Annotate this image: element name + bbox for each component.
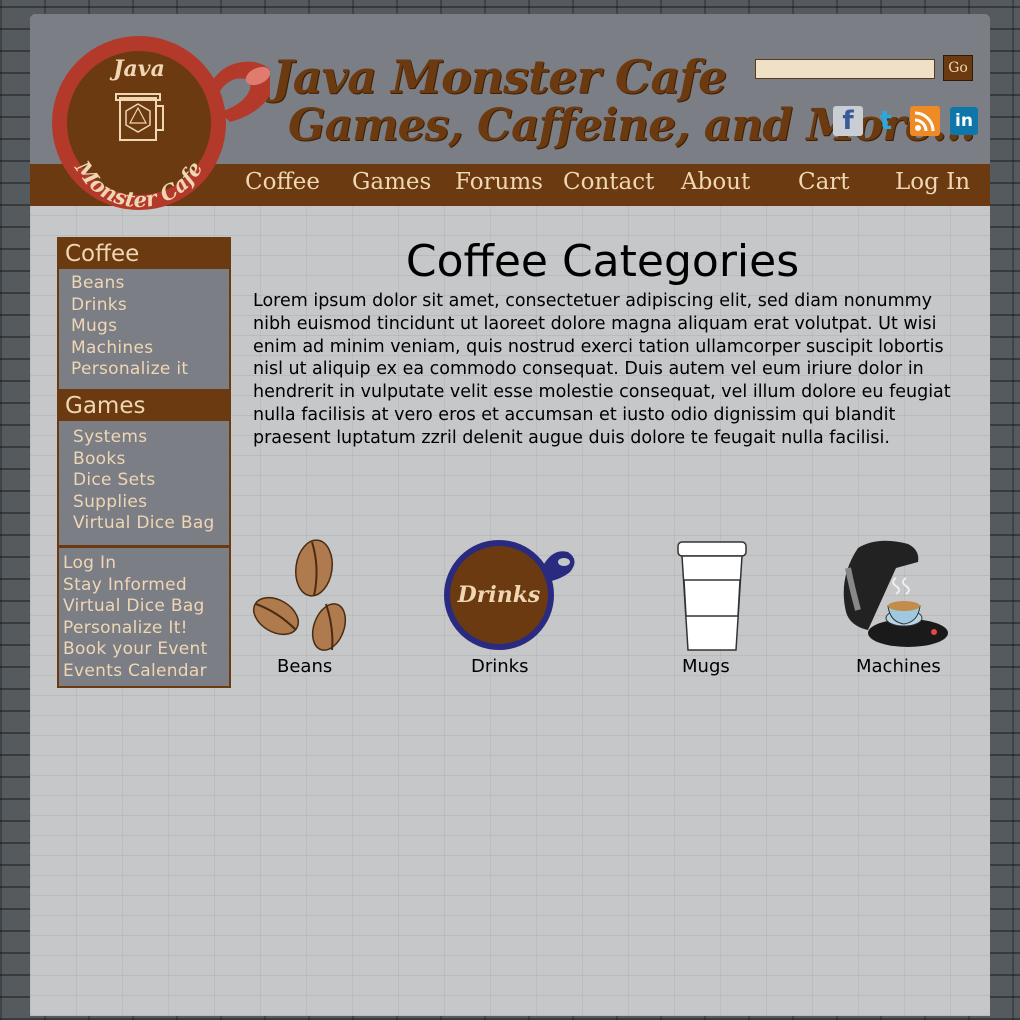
site-title: Java Monster Cafe bbox=[272, 50, 727, 104]
sidebar-coffee-title: Coffee bbox=[59, 239, 229, 269]
coffee-beans-icon bbox=[252, 539, 347, 651]
category-beans[interactable]: Beans bbox=[246, 538, 366, 678]
sidebar-item-stay-informed[interactable]: Stay Informed bbox=[63, 575, 229, 597]
sidebar-item-personalize-it[interactable]: Personalize It! bbox=[63, 618, 229, 640]
category-drinks[interactable]: Drinks Drinks bbox=[444, 538, 584, 678]
sidebar-item-machines[interactable]: Machines bbox=[71, 338, 229, 360]
sidebar-item-systems[interactable]: Systems bbox=[73, 427, 229, 449]
nav-forums[interactable]: Forums bbox=[455, 169, 543, 195]
sidebar-item-virtual-dice-bag[interactable]: Virtual Dice Bag bbox=[73, 513, 229, 535]
paper-cup-icon bbox=[677, 541, 747, 651]
sidebar-item-dice-bag[interactable]: Virtual Dice Bag bbox=[63, 596, 229, 618]
coffee-cup-icon: Drinks bbox=[444, 540, 575, 650]
nav-about[interactable]: About bbox=[681, 169, 750, 195]
nav-contact[interactable]: Contact bbox=[563, 169, 654, 195]
category-label: Drinks bbox=[471, 656, 529, 677]
sidebar-coffee: Coffee Beans Drinks Mugs Machines Person… bbox=[57, 237, 231, 391]
sidebar-item-login[interactable]: Log In bbox=[63, 553, 229, 575]
sidebar-item-supplies[interactable]: Supplies bbox=[73, 492, 229, 514]
category-label: Beans bbox=[277, 656, 333, 677]
drinks-icon-text: Drinks bbox=[457, 582, 541, 608]
sidebar-item-mugs[interactable]: Mugs bbox=[71, 316, 229, 338]
nav-games[interactable]: Games bbox=[352, 169, 431, 195]
sidebar-item-books[interactable]: Books bbox=[73, 449, 229, 471]
sidebar-games-title: Games bbox=[59, 391, 229, 421]
sidebar-item-events-calendar[interactable]: Events Calendar bbox=[63, 661, 229, 683]
category-label: Mugs bbox=[682, 656, 730, 677]
category-label: Machines bbox=[856, 656, 941, 677]
logo-mug[interactable]: Java Monster Cafe bbox=[50, 34, 270, 224]
sidebar-item-dice-sets[interactable]: Dice Sets bbox=[73, 470, 229, 492]
sidebar-games: Games Systems Books Dice Sets Supplies V… bbox=[57, 389, 231, 547]
nav-login[interactable]: Log In bbox=[895, 169, 970, 195]
sidebar-item-book-event[interactable]: Book your Event bbox=[63, 639, 229, 661]
sidebar-item-beans[interactable]: Beans bbox=[71, 273, 229, 295]
sidebar-account: Log In Stay Informed Virtual Dice Bag Pe… bbox=[57, 546, 231, 688]
search-button[interactable]: Go bbox=[943, 55, 973, 81]
sidebar-item-drinks[interactable]: Drinks bbox=[71, 295, 229, 317]
logo-text-top: Java bbox=[109, 56, 165, 82]
page-container: Java Monster Cafe Games, Caffeine, and M… bbox=[30, 14, 990, 1016]
nav-cart[interactable]: Cart bbox=[798, 169, 850, 195]
page-title: Coffee Categories bbox=[405, 236, 800, 287]
facebook-icon[interactable]: f bbox=[833, 106, 863, 136]
coffee-machine-icon bbox=[843, 540, 948, 647]
rss-glyph bbox=[914, 111, 935, 132]
category-mugs[interactable]: Mugs bbox=[660, 538, 770, 678]
category-machines[interactable]: Machines bbox=[838, 538, 968, 678]
sidebar-item-personalize[interactable]: Personalize it bbox=[71, 359, 229, 381]
rss-icon[interactable] bbox=[910, 106, 940, 136]
page-body-text: Lorem ipsum dolor sit amet, consectetuer… bbox=[253, 291, 951, 448]
linkedin-icon[interactable]: in bbox=[950, 107, 978, 135]
search-input[interactable] bbox=[755, 59, 935, 79]
twitter-icon[interactable]: t bbox=[871, 106, 901, 136]
